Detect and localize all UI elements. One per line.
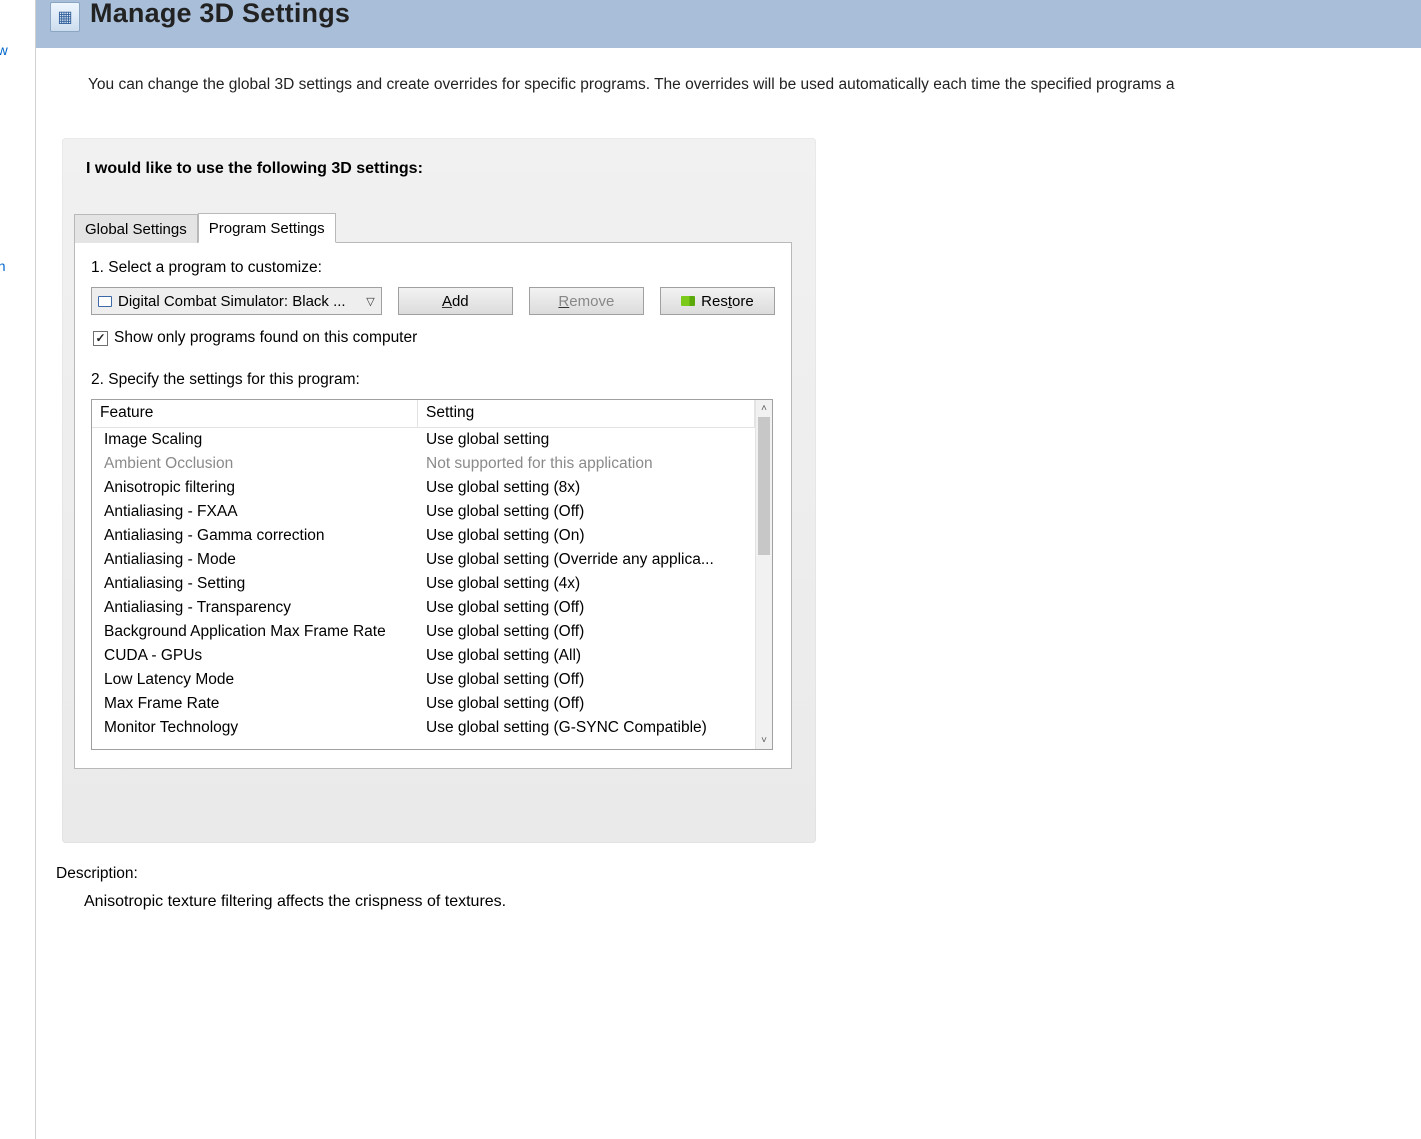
settings-table: Feature Setting Image ScalingUse global … [91,399,773,750]
intro-text: You can change the global 3D settings an… [36,48,1421,94]
page-header: ▦ Manage 3D Settings [36,0,1421,48]
table-row[interactable]: Ambient OcclusionNot supported for this … [92,452,755,476]
show-only-found-label: Show only programs found on this compute… [114,329,417,347]
nvidia-logo-icon [681,296,695,306]
nav-tree-sliver: eview on [0,0,36,1139]
step1-label: 1. Select a program to customize: [91,259,775,277]
table-row[interactable]: Background Application Max Frame RateUse… [92,620,755,644]
table-row[interactable]: Antialiasing - ModeUse global setting (O… [92,548,755,572]
feature-cell: Max Frame Rate [92,695,418,713]
setting-cell: Use global setting (Off) [418,623,755,641]
setting-cell: Use global setting (On) [418,527,755,545]
setting-cell: Use global setting (Off) [418,503,755,521]
group-title: I would like to use the following 3D set… [62,160,816,178]
restore-button[interactable]: Restore [660,287,775,315]
feature-cell: Monitor Technology [92,719,418,737]
feature-cell: Antialiasing - Setting [92,575,418,593]
table-row[interactable]: Antialiasing - TransparencyUse global se… [92,596,755,620]
feature-cell: Antialiasing - FXAA [92,503,418,521]
feature-cell: Antialiasing - Mode [92,551,418,569]
setting-cell: Use global setting [418,431,755,449]
table-row[interactable]: Max Frame RateUse global setting (Off) [92,692,755,716]
table-row[interactable]: Low Latency ModeUse global setting (Off) [92,668,755,692]
program-select-value: Digital Combat Simulator: Black ... [118,293,360,310]
feature-cell: Low Latency Mode [92,671,418,689]
setting-cell: Use global setting (G-SYNC Compatible) [418,719,755,737]
tab-global-settings[interactable]: Global Settings [74,214,198,243]
table-scrollbar[interactable]: ˄ ˅ [755,400,772,749]
feature-cell: Antialiasing - Gamma correction [92,527,418,545]
page-title: Manage 3D Settings [90,0,350,27]
table-row[interactable]: Image ScalingUse global setting [92,428,755,452]
add-button[interactable]: Add [398,287,513,315]
setting-cell: Use global setting (Off) [418,671,755,689]
show-only-found-checkbox[interactable] [93,331,108,346]
table-row[interactable]: CUDA - GPUsUse global setting (All) [92,644,755,668]
feature-cell: Background Application Max Frame Rate [92,623,418,641]
feature-cell: Ambient Occlusion [92,455,418,473]
settings-3d-icon: ▦ [50,2,80,32]
feature-cell: Antialiasing - Transparency [92,599,418,617]
settings-group: I would like to use the following 3D set… [62,138,816,843]
setting-cell: Use global setting (All) [418,647,755,665]
table-row[interactable]: Monitor TechnologyUse global setting (G-… [92,716,755,740]
setting-cell: Use global setting (Off) [418,695,755,713]
table-row[interactable]: Antialiasing - Gamma correctionUse globa… [92,524,755,548]
tab-program-settings[interactable]: Program Settings [198,213,336,243]
setting-cell: Use global setting (8x) [418,479,755,497]
setting-cell: Use global setting (4x) [418,575,755,593]
setting-cell: Use global setting (Off) [418,599,755,617]
application-icon [98,296,112,307]
table-row[interactable]: Antialiasing - FXAAUse global setting (O… [92,500,755,524]
scroll-up-icon[interactable]: ˄ [756,400,772,417]
step2-label: 2. Specify the settings for this program… [91,371,775,389]
feature-cell: Anisotropic filtering [92,479,418,497]
nav-fragment[interactable]: on [0,258,6,274]
setting-cell: Use global setting (Override any applica… [418,551,755,569]
nav-fragment[interactable]: eview [0,42,8,58]
scroll-down-icon[interactable]: ˅ [756,732,772,749]
setting-cell: Not supported for this application [418,455,755,473]
program-select[interactable]: Digital Combat Simulator: Black ... ▽ [91,287,382,315]
remove-button[interactable]: Remove [529,287,644,315]
feature-cell: CUDA - GPUs [92,647,418,665]
table-row[interactable]: Antialiasing - SettingUse global setting… [92,572,755,596]
column-header-feature[interactable]: Feature [92,400,418,427]
scroll-thumb[interactable] [758,417,770,555]
tab-panel-program-settings: 1. Select a program to customize: Digita… [74,242,792,769]
chevron-down-icon: ▽ [366,295,374,308]
description-text: Anisotropic texture filtering affects th… [84,893,1421,911]
table-row[interactable]: Anisotropic filteringUse global setting … [92,476,755,500]
feature-cell: Image Scaling [92,431,418,449]
description-label: Description: [56,865,1421,883]
column-header-setting[interactable]: Setting [418,400,755,427]
